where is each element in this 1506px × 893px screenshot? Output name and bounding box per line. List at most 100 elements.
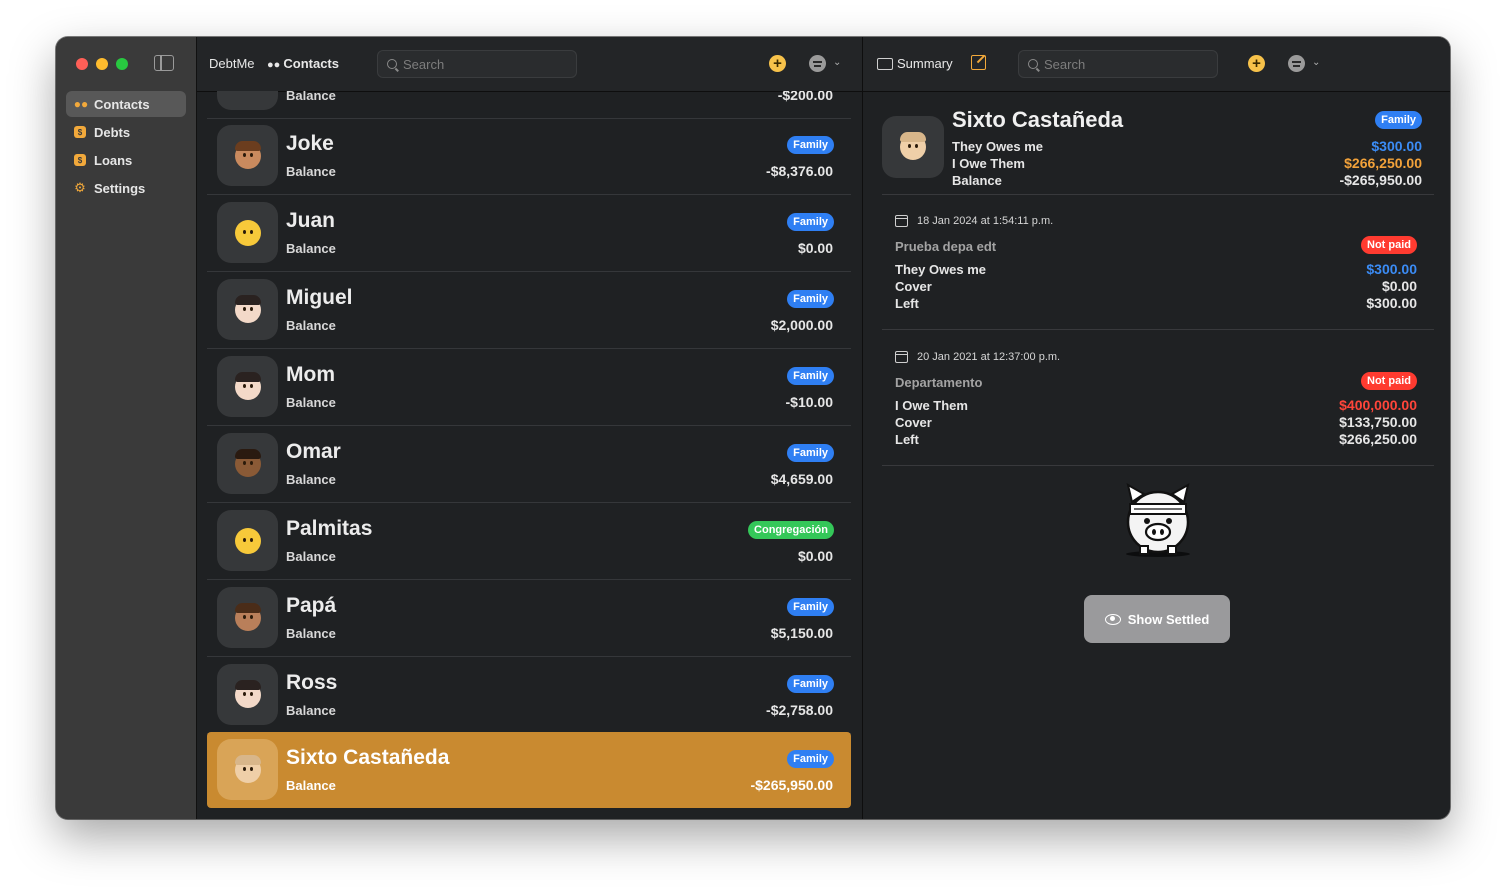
divider	[882, 329, 1434, 330]
cover-label: Cover	[895, 279, 932, 294]
contact-list[interactable]: Balance -$200.00 Joke Balance Family -$8…	[197, 91, 862, 819]
app-window: ●● Contacts $ Debts $ Loans ⚙ Settings D…	[56, 37, 1450, 819]
contact-row[interactable]: Palmitas Balance Congregación $0.00	[207, 503, 851, 580]
tag-badge: Family	[1375, 111, 1422, 129]
add-contact-button[interactable]: +	[769, 55, 786, 72]
avatar	[217, 739, 278, 800]
avatar	[882, 116, 944, 178]
contact-name: Miguel	[286, 286, 353, 309]
divider	[882, 465, 1434, 466]
cover-label: Cover	[895, 415, 932, 430]
contact-row[interactable]: Omar Balance Family $4,659.00	[207, 426, 851, 503]
they-owe-label: They Owes me	[952, 139, 1044, 154]
contact-name: Joke	[286, 132, 334, 155]
search-icon	[1028, 59, 1038, 69]
they-owe-value: $300.00	[1371, 138, 1422, 154]
balance-label: Balance	[286, 703, 336, 718]
balance-amount: $2,000.00	[770, 317, 833, 333]
dollar-icon: $	[74, 126, 86, 138]
edit-icon[interactable]	[971, 55, 986, 70]
eye-icon	[1104, 613, 1121, 625]
balance-amount: $0.00	[797, 548, 833, 564]
status-badge: Not paid	[1361, 372, 1417, 390]
detail-pane: Summary Search + ⌄ Sixto Castañeda Famil…	[863, 37, 1450, 819]
section-title: ●● Contacts	[267, 56, 339, 71]
avatar	[217, 125, 278, 186]
status-badge: Not paid	[1361, 236, 1417, 254]
calendar-icon	[895, 351, 908, 363]
contact-row[interactable]: Joke Balance Family -$8,376.00	[207, 118, 851, 195]
balance-label: Balance	[286, 472, 336, 487]
debt-title[interactable]: Departamento	[895, 375, 982, 390]
minimize-window-button[interactable]	[96, 58, 108, 70]
left-label: Left	[895, 432, 919, 447]
contact-name: Palmitas	[286, 517, 373, 540]
filter-icon[interactable]	[809, 55, 826, 72]
debt-type-label: I Owe Them	[895, 398, 968, 413]
debt-type-label: They Owes me	[895, 262, 987, 277]
sidebar-toggle-icon[interactable]	[154, 55, 174, 71]
piggy-bank-icon	[1126, 483, 1190, 557]
contact-row-selected[interactable]: Sixto Castañeda Balance Family -$265,950…	[207, 732, 851, 808]
balance-label: Balance	[286, 241, 336, 256]
dollar-icon: $	[74, 154, 86, 166]
contact-row[interactable]: Juan Balance Family $0.00	[207, 195, 851, 272]
avatar	[217, 433, 278, 494]
balance-amount: -$8,376.00	[766, 163, 833, 179]
tag-badge: Family	[787, 213, 834, 231]
contact-row[interactable]: Miguel Balance Family $2,000.00	[207, 272, 851, 349]
balance-amount: -$265,950.00	[750, 777, 833, 793]
i-owe-label: I Owe Them	[952, 156, 1025, 171]
sidebar-item-label: Loans	[94, 152, 133, 168]
balance-amount: $0.00	[797, 240, 833, 256]
filter-icon[interactable]	[1288, 55, 1305, 72]
sidebar-item-contacts[interactable]: ●● Contacts	[66, 91, 186, 117]
sidebar-item-debts[interactable]: $ Debts	[66, 119, 186, 145]
contact-name: Sixto Castañeda	[286, 746, 450, 769]
debt-title[interactable]: Prueba depa edt	[895, 239, 996, 254]
sidebar-item-label: Settings	[94, 180, 146, 196]
balance-label: Balance	[286, 549, 336, 564]
folder-icon	[877, 58, 893, 70]
tag-badge: Family	[787, 444, 834, 462]
contact-row[interactable]: Papá Balance Family $5,150.00	[207, 580, 851, 657]
contacts-pane: DebtMe ●● Contacts Search + ⌄ Balance -$…	[197, 37, 863, 819]
left-value: $300.00	[1366, 295, 1417, 311]
avatar	[217, 279, 278, 340]
add-debt-button[interactable]: +	[1248, 55, 1265, 72]
contact-row[interactable]: Mom Balance Family -$10.00	[207, 349, 851, 426]
i-owe-value: $266,250.00	[1344, 155, 1422, 171]
contact-name: Mom	[286, 363, 335, 386]
contact-name: Papá	[286, 594, 337, 617]
search-icon	[387, 59, 397, 69]
balance-value: -$265,950.00	[1339, 172, 1422, 188]
zoom-window-button[interactable]	[116, 58, 128, 70]
detail-search-input[interactable]: Search	[1018, 50, 1218, 78]
debt-type-value: $300.00	[1366, 261, 1417, 277]
contact-name: Juan	[286, 209, 336, 232]
show-settled-button[interactable]: Show Settled	[1084, 595, 1230, 643]
people-icon: ●●	[73, 97, 89, 111]
cover-value: $0.00	[1381, 278, 1417, 294]
balance-amount: $4,659.00	[770, 471, 833, 487]
detail-toolbar: Summary Search + ⌄	[863, 37, 1450, 92]
balance-label: Balance	[286, 318, 336, 333]
tag-badge: Family	[787, 598, 834, 616]
balance-label: Balance	[286, 626, 336, 641]
close-window-button[interactable]	[76, 58, 88, 70]
debt-date: 18 Jan 2024 at 1:54:11 p.m.	[895, 215, 1053, 227]
contact-row[interactable]: Ross Balance Family -$2,758.00	[207, 657, 851, 734]
sidebar-item-settings[interactable]: ⚙ Settings	[66, 175, 186, 201]
sidebar-item-label: Contacts	[94, 96, 150, 112]
contact-name: Sixto Castañeda	[952, 107, 1124, 132]
tag-badge: Family	[787, 675, 834, 693]
chevron-down-icon[interactable]: ⌄	[1312, 57, 1320, 68]
balance-amount: -$2,758.00	[766, 702, 833, 718]
debt-date: 20 Jan 2021 at 12:37:00 p.m.	[895, 351, 1060, 363]
sidebar-item-loans[interactable]: $ Loans	[66, 147, 186, 173]
gear-icon: ⚙	[74, 180, 86, 195]
search-input[interactable]: Search	[377, 50, 577, 78]
contact-row[interactable]: Balance -$200.00	[207, 91, 851, 119]
chevron-down-icon[interactable]: ⌄	[833, 57, 841, 68]
tag-badge: Family	[787, 136, 834, 154]
